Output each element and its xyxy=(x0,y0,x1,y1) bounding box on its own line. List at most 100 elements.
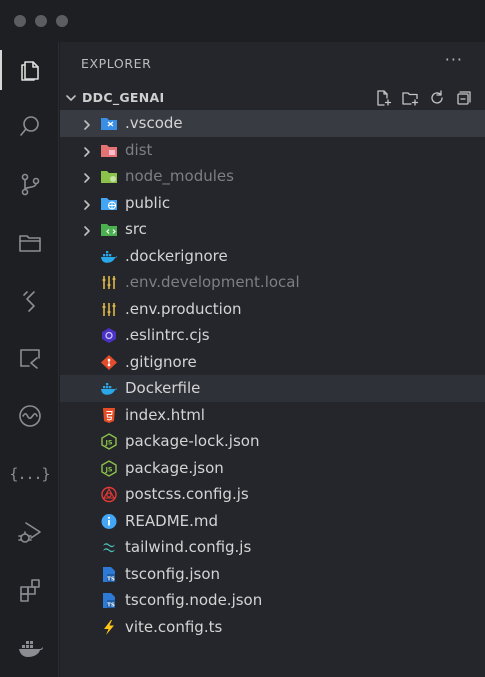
postcss-icon xyxy=(100,486,118,503)
docker-activity[interactable] xyxy=(0,624,59,672)
remote-activity[interactable] xyxy=(0,276,59,324)
vite-icon xyxy=(100,619,118,636)
file-row[interactable]: .dockerignore xyxy=(60,243,485,270)
folder-row[interactable]: .vscode xyxy=(60,110,485,137)
folder-row[interactable]: src xyxy=(60,216,485,243)
chevron-down-icon xyxy=(64,90,78,109)
file-name: index.html xyxy=(125,405,205,424)
file-row[interactable]: JS package-lock.json xyxy=(60,428,485,455)
file-name: tailwind.config.js xyxy=(125,538,252,556)
file-name: tsconfig.node.json xyxy=(125,591,263,609)
file-name: .gitignore xyxy=(125,352,197,371)
tsconfig-icon: TS xyxy=(100,566,118,583)
svg-text:JS: JS xyxy=(104,438,112,446)
folders-icon xyxy=(18,235,41,252)
collapse-all-icon[interactable] xyxy=(455,89,473,107)
project-manager-activity[interactable] xyxy=(0,218,59,266)
docker-icon xyxy=(100,380,118,397)
search-activity[interactable] xyxy=(0,102,59,150)
extensions-activity[interactable] xyxy=(0,566,59,614)
new-folder-icon[interactable] xyxy=(401,89,419,107)
file-name: Dockerfile xyxy=(125,379,201,397)
svg-text:JS: JS xyxy=(104,465,112,473)
window-minimize-button[interactable] xyxy=(35,15,47,27)
folder-name: src xyxy=(125,220,147,238)
workspace-root-label: DDC_GENAI xyxy=(82,90,165,105)
workspace-root-header[interactable]: DDC_GENAI xyxy=(60,87,485,109)
docker-icon xyxy=(18,641,43,657)
new-file-icon[interactable] xyxy=(374,89,392,107)
info-icon xyxy=(100,513,118,530)
git-icon xyxy=(100,354,118,371)
file-tree: .vscode dist node_modulespublic src .dockeri… xyxy=(60,110,485,640)
file-name: .eslintrc.cjs xyxy=(125,326,210,344)
file-row[interactable]: postcss.config.js xyxy=(60,481,485,508)
docker-icon xyxy=(100,248,118,265)
env-icon xyxy=(100,274,118,291)
folder-name: node_modules xyxy=(125,167,234,185)
node-modules-folder-icon xyxy=(100,168,118,185)
file-name: tsconfig.json xyxy=(125,564,221,583)
chevron-right-icon xyxy=(80,223,94,242)
src-folder-icon xyxy=(100,221,118,238)
dist-folder-icon xyxy=(100,142,118,159)
file-row[interactable]: tailwind.config.js xyxy=(60,534,485,561)
folder-row[interactable]: public xyxy=(60,190,485,217)
file-row[interactable]: .env.production xyxy=(60,296,485,323)
more-actions-button[interactable]: ··· xyxy=(445,50,463,69)
folder-row[interactable]: dist xyxy=(60,137,485,164)
search-icon xyxy=(19,116,39,136)
file-row[interactable]: .gitignore xyxy=(60,349,485,376)
file-row[interactable]: Dockerfile xyxy=(60,375,485,402)
timeline-activity[interactable] xyxy=(0,392,59,440)
file-row[interactable]: TS tsconfig.json xyxy=(60,561,485,588)
remote-explorer-activity[interactable] xyxy=(0,334,59,382)
tsconfig-icon: TS xyxy=(100,592,118,609)
json-activity[interactable]: {...} xyxy=(0,450,59,498)
remote-s-icon xyxy=(22,291,35,312)
extensions-icon xyxy=(19,579,40,602)
svg-text:TS: TS xyxy=(107,576,115,582)
tailwind-icon xyxy=(100,539,118,556)
public-folder-icon xyxy=(100,195,118,212)
chevron-right-icon xyxy=(80,144,94,163)
file-row[interactable]: JS package.json xyxy=(60,455,485,482)
remote-explorer-icon xyxy=(19,349,40,369)
file-row[interactable]: README.md xyxy=(60,508,485,535)
chevron-right-icon xyxy=(80,197,94,216)
refresh-icon[interactable] xyxy=(428,89,446,107)
folder-row[interactable]: node_modules xyxy=(60,163,485,190)
file-row[interactable]: index.html xyxy=(60,402,485,429)
chevron-right-icon xyxy=(80,170,94,189)
file-row[interactable]: .env.development.local xyxy=(60,269,485,296)
html-icon xyxy=(100,407,118,424)
env-icon xyxy=(100,301,118,318)
file-name: postcss.config.js xyxy=(125,485,249,503)
file-name: .env.development.local xyxy=(125,273,300,291)
folder-name: dist xyxy=(125,140,153,159)
file-row[interactable]: vite.config.ts xyxy=(60,614,485,641)
window-zoom-button[interactable] xyxy=(56,15,68,27)
chevron-right-icon xyxy=(80,117,94,136)
run-debug-activity[interactable] xyxy=(0,508,59,556)
nodejs-icon: JS xyxy=(100,459,118,477)
window-close-button[interactable] xyxy=(14,15,26,27)
file-name: .env.production xyxy=(125,299,242,318)
explorer-title: EXPLORER xyxy=(81,56,152,71)
file-row[interactable]: TS tsconfig.node.json xyxy=(60,587,485,614)
source-control-icon xyxy=(21,173,39,196)
file-name: README.md xyxy=(125,511,219,530)
svg-text:TS: TS xyxy=(107,603,115,609)
files-icon xyxy=(20,61,39,81)
file-row[interactable]: .eslintrc.cjs xyxy=(60,322,485,349)
vscode-folder-icon xyxy=(100,115,118,132)
explorer-activity[interactable] xyxy=(0,46,59,94)
run-debug-icon xyxy=(17,522,41,543)
file-name: package-lock.json xyxy=(125,432,260,450)
file-name: .dockerignore xyxy=(125,246,228,265)
explorer-sidebar: EXPLORER ··· DDC_GENAI .vscode dist node_m… xyxy=(60,42,485,677)
source-control-activity[interactable] xyxy=(0,160,59,208)
folder-name: public xyxy=(125,193,171,212)
folder-name: .vscode xyxy=(125,114,183,132)
file-name: package.json xyxy=(125,458,224,477)
